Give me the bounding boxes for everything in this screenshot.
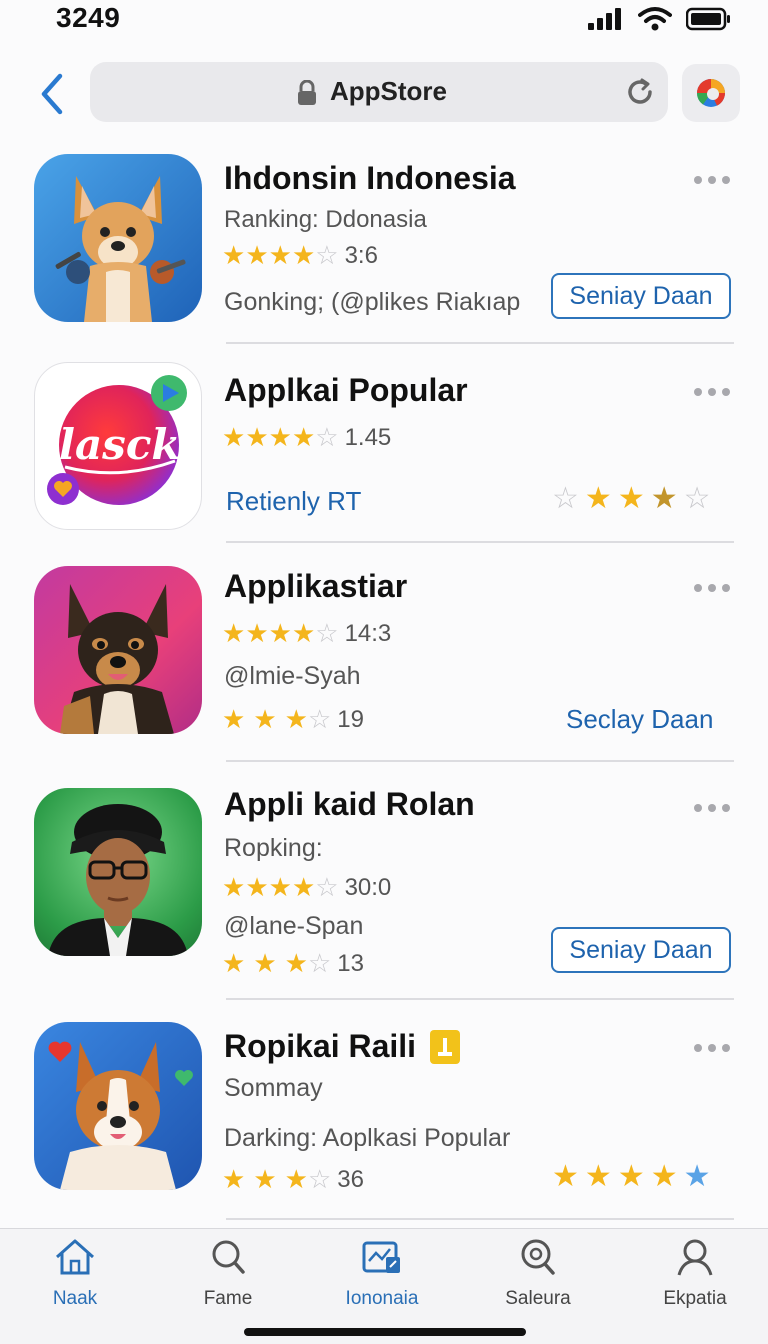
app-icon-dog[interactable] <box>34 566 202 734</box>
tab-iononaia[interactable]: Iononaia <box>322 1237 442 1310</box>
rating-value: 30:0 <box>344 874 392 901</box>
app-title[interactable]: Applkai Popular <box>224 372 468 409</box>
battery-icon <box>686 7 730 31</box>
tab-label: Naak <box>52 1288 98 1309</box>
chart-icon <box>362 1241 400 1273</box>
tab-label: Saleura <box>505 1288 571 1309</box>
rating-stars: ★ ★ ★ ★ ☆ 30:0 <box>222 873 392 903</box>
action-button[interactable]: Seniay Daan <box>551 273 731 319</box>
secondary-rating-value: 19 <box>337 706 364 733</box>
secondary-rating-value: 13 <box>337 950 364 977</box>
tab-home[interactable]: Naak <box>15 1237 135 1310</box>
rating-value: 14:3 <box>344 620 392 647</box>
status-icons <box>588 6 732 32</box>
more-icon[interactable] <box>694 1044 730 1052</box>
tab-label: Iononaia <box>345 1288 419 1309</box>
person-icon <box>677 1239 713 1276</box>
app-subtitle: Ranking: Ddonasia <box>224 206 427 233</box>
reload-icon[interactable] <box>624 76 656 108</box>
divider <box>226 760 734 762</box>
more-icon[interactable] <box>694 176 730 184</box>
person-portrait-icon <box>48 804 188 956</box>
search-icon <box>212 1240 245 1274</box>
home-icon <box>56 1239 94 1275</box>
app-title[interactable]: Applikastiar <box>224 568 407 605</box>
more-icon[interactable] <box>694 804 730 812</box>
rating-stars: ★ ★ ★ ★ ☆ 1.45 <box>222 423 392 453</box>
right-rating-stars: ☆ ★ ★ ★ ☆ <box>552 481 711 516</box>
right-rating-stars: ★ ★ ★ ★ ★ <box>552 1159 711 1194</box>
extension-button[interactable] <box>682 64 740 122</box>
status-bar: 3249 <box>0 0 768 44</box>
home-indicator <box>244 1328 526 1336</box>
rating-value: 36 <box>337 1166 364 1193</box>
app-title-text: Ropikai Raili <box>224 1028 417 1064</box>
action-link[interactable]: Seclay Daan <box>566 704 713 735</box>
divider <box>226 342 734 344</box>
tab-label: Fame <box>203 1288 253 1309</box>
signal-icon <box>588 8 621 30</box>
divider <box>226 1218 734 1220</box>
app-subtitle: Ropking: <box>224 834 323 862</box>
wifi-icon <box>638 7 672 31</box>
recently-link[interactable]: Retienly RT <box>226 486 361 517</box>
more-icon[interactable] <box>694 388 730 396</box>
lasck-logo-icon: lasck <box>47 375 187 505</box>
divider <box>226 998 734 1000</box>
icon-lettering: lasck <box>59 420 181 469</box>
app-title[interactable]: Appli kaid Rolan <box>224 786 475 823</box>
app-subtitle: Sommay <box>224 1074 323 1102</box>
rating-stars: ★ ★ ★ ☆ 36 <box>222 1165 364 1195</box>
chevron-left-icon <box>41 73 63 115</box>
secondary-rating-stars: ★ ★ ★ ☆ 19 <box>222 705 364 735</box>
back-button[interactable] <box>36 72 70 116</box>
url-text: AppStore <box>330 76 447 106</box>
app-caption: Darking: Aoplkasi Popular <box>224 1124 511 1152</box>
colorful-swirl-icon <box>697 79 725 107</box>
app-developer: @lane-Span <box>224 912 364 940</box>
dog-icon <box>60 584 174 734</box>
status-time: 3249 <box>56 2 121 33</box>
tab-bar: Naak Fame Iononaia Saleura Ekpatia <box>0 1228 768 1344</box>
app-developer: @lmie-Syah <box>224 662 361 690</box>
tab-ekpatia[interactable]: Ekpatia <box>635 1237 755 1310</box>
app-title[interactable]: Ihdonsin Indonesia <box>224 160 516 197</box>
lock-icon <box>298 80 316 105</box>
tab-label: Ekpatia <box>663 1288 727 1309</box>
app-icon-lasck[interactable]: lasck <box>34 362 202 530</box>
rating-value: 1.45 <box>344 424 392 451</box>
action-button[interactable]: Seniay Daan <box>551 927 731 973</box>
rating-value: 3:6 <box>344 242 378 269</box>
rating-stars: ★ ★ ★ ★ ☆ 3:6 <box>222 241 378 271</box>
at-search-icon <box>521 1239 555 1275</box>
secondary-rating-stars: ★ ★ ★ ☆ 13 <box>222 949 364 979</box>
app-icon-dog[interactable] <box>34 154 202 322</box>
tab-fame[interactable]: Fame <box>168 1237 288 1310</box>
rating-stars: ★ ★ ★ ★ ☆ 14:3 <box>222 619 392 649</box>
more-icon[interactable] <box>694 584 730 592</box>
url-bar[interactable]: AppStore <box>90 62 668 122</box>
tab-saleura[interactable]: Saleura <box>478 1237 598 1310</box>
divider <box>226 541 734 543</box>
app-caption: Gonking; (@plikes Riakıap <box>224 288 521 316</box>
dog-icon <box>55 176 186 322</box>
app-icon-dog[interactable] <box>34 1022 202 1190</box>
badge-icon <box>430 1030 460 1064</box>
corgi-icon <box>48 1041 193 1190</box>
app-icon-person[interactable] <box>34 788 202 956</box>
app-title[interactable]: Ropikai Raili <box>224 1028 416 1065</box>
